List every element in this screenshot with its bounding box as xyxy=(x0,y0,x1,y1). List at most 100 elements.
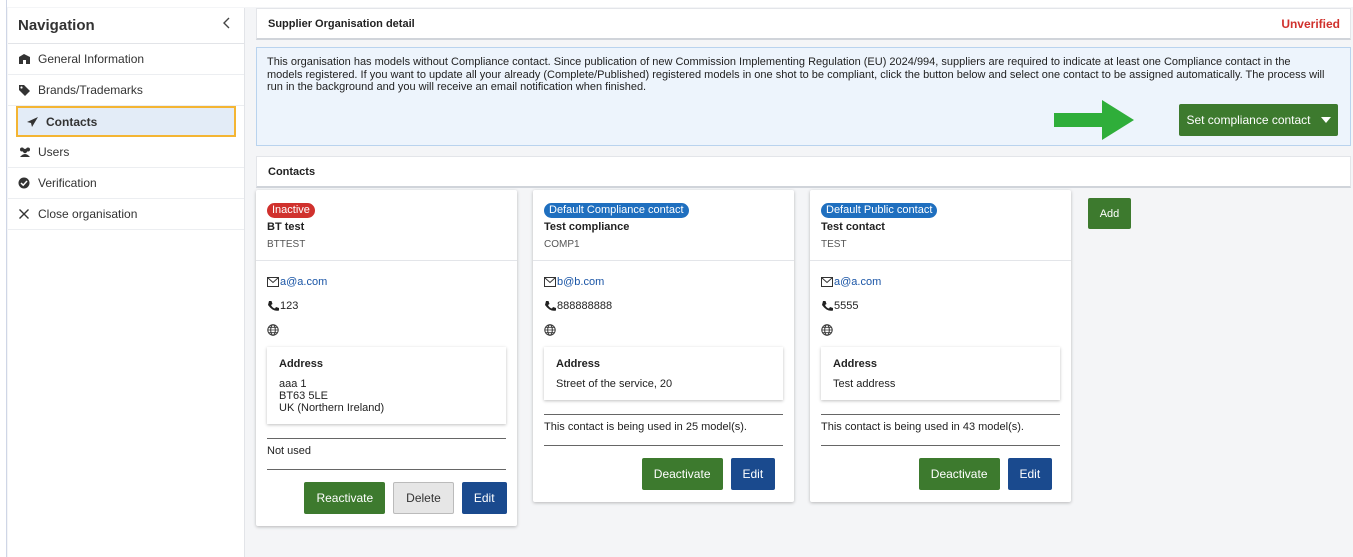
tag-icon xyxy=(18,84,38,96)
sidebar-item-verification[interactable]: Verification xyxy=(8,168,244,199)
contact-card: Inactive BT test BTTEST a@a.com 123 Addr… xyxy=(256,190,517,526)
caret-down-icon xyxy=(1320,117,1331,123)
address-label: Address xyxy=(556,358,601,370)
sidebar-item-label: Users xyxy=(38,145,70,159)
main-content: Supplier Organisation detail Unverified … xyxy=(256,8,1351,188)
sidebar-item-close-organisation[interactable]: Close organisation xyxy=(8,199,244,230)
deactivate-button[interactable]: Deactivate xyxy=(641,458,723,490)
organisation-header: Supplier Organisation detail Unverified xyxy=(256,8,1351,40)
address-label: Address xyxy=(279,358,324,370)
status-badge: Default Compliance contact xyxy=(544,203,689,218)
sidebar-item-contacts[interactable]: Contacts xyxy=(16,106,236,137)
globe-icon xyxy=(267,324,279,336)
edit-button[interactable]: Edit xyxy=(1007,458,1053,490)
status-badge: Unverified xyxy=(1281,16,1340,31)
compliance-alert: This organisation has models without Com… xyxy=(256,47,1351,146)
set-compliance-contact-label: Set compliance contact xyxy=(1186,113,1311,127)
address-line: Street of the service, 20 xyxy=(556,378,673,390)
address-label: Address xyxy=(833,358,878,370)
contact-card: Default Compliance contact Test complian… xyxy=(533,190,794,502)
reactivate-button[interactable]: Reactivate xyxy=(304,482,386,514)
delete-button[interactable]: Delete xyxy=(393,482,454,514)
sidebar-item-label: General Information xyxy=(38,52,145,66)
window-left-edge xyxy=(0,0,7,557)
sidebar-item-general-information[interactable]: General Information xyxy=(8,44,244,75)
contacts-title: Contacts xyxy=(268,165,316,178)
website-row xyxy=(267,319,506,341)
address-box: Address Street of the service, 20 xyxy=(544,347,783,400)
edit-button[interactable]: Edit xyxy=(730,458,776,490)
deactivate-button[interactable]: Deactivate xyxy=(918,458,1000,490)
phone-row: 123 xyxy=(267,295,506,317)
sidebar-item-label: Contacts xyxy=(46,114,98,129)
contact-card-body: b@b.com 888888888 Address Street of the … xyxy=(533,261,794,502)
email-link[interactable]: a@a.com xyxy=(834,276,881,288)
users-icon xyxy=(18,146,38,158)
arrow-right-icon xyxy=(1054,100,1134,140)
contact-card-header: Inactive BT test BTTEST xyxy=(256,190,517,261)
phone-icon xyxy=(267,300,279,312)
address-box: Address Test address xyxy=(821,347,1060,400)
address-line: UK (Northern Ireland) xyxy=(279,402,385,414)
address-line: BT63 5LE xyxy=(279,390,328,402)
card-actions: Reactivate Delete Edit xyxy=(267,470,507,526)
phone-number: 123 xyxy=(280,300,299,312)
phone-row: 5555 xyxy=(821,295,1060,317)
contact-name: Test contact xyxy=(821,221,885,233)
sidebar-item-brands-trademarks[interactable]: Brands/Trademarks xyxy=(8,75,244,106)
contact-name: BT test xyxy=(267,221,305,233)
sidebar-title: Navigation xyxy=(18,17,95,34)
close-icon xyxy=(18,208,38,220)
paper-plane-icon xyxy=(26,116,46,128)
card-actions: Deactivate Edit xyxy=(821,446,1060,502)
contact-code: COMP1 xyxy=(544,239,580,250)
building-icon xyxy=(18,53,38,65)
card-actions: Deactivate Edit xyxy=(544,446,783,502)
contact-card-body: a@a.com 5555 Address Test address This c… xyxy=(810,261,1071,502)
edit-button[interactable]: Edit xyxy=(461,482,507,514)
envelope-icon xyxy=(821,277,833,287)
usage-text: This contact is being used in 25 model(s… xyxy=(544,421,747,433)
sidebar-item-label: Close organisation xyxy=(38,207,138,221)
envelope-icon xyxy=(544,277,556,287)
sidebar-header: Navigation xyxy=(8,8,244,44)
contact-card-header: Default Compliance contact Test complian… xyxy=(533,190,794,261)
envelope-icon xyxy=(267,277,279,287)
contact-card-header: Default Public contact Test contact TEST xyxy=(810,190,1071,261)
address-box: Address aaa 1 BT63 5LE UK (Northern Irel… xyxy=(267,347,506,424)
contact-name: Test compliance xyxy=(544,221,630,233)
phone-icon xyxy=(544,300,556,312)
usage-text: This contact is being used in 43 model(s… xyxy=(821,421,1024,433)
email-link[interactable]: a@a.com xyxy=(280,276,327,288)
website-row xyxy=(821,319,1060,341)
address-line: Test address xyxy=(833,378,896,390)
sidebar-item-users[interactable]: Users xyxy=(8,137,244,168)
email-row: a@a.com xyxy=(267,271,506,293)
email-row: b@b.com xyxy=(544,271,783,293)
status-badge: Inactive xyxy=(267,203,315,218)
check-circle-icon xyxy=(18,177,38,189)
phone-row: 888888888 xyxy=(544,295,783,317)
phone-number: 5555 xyxy=(834,300,859,312)
contact-card: Default Public contact Test contact TEST… xyxy=(810,190,1071,502)
sidebar-item-label: Verification xyxy=(38,176,97,190)
sidebar-item-label: Brands/Trademarks xyxy=(38,83,143,97)
status-badge: Default Public contact xyxy=(821,203,938,218)
contact-code: BTTEST xyxy=(267,239,306,250)
globe-icon xyxy=(821,324,833,336)
page-title: Supplier Organisation detail xyxy=(268,17,415,30)
chevron-left-icon[interactable] xyxy=(222,16,232,35)
add-contact-button[interactable]: Add xyxy=(1088,198,1131,229)
usage-text: Not used xyxy=(267,445,312,457)
sidebar: Navigation General Information Brands/Tr… xyxy=(8,8,245,557)
contact-code: TEST xyxy=(821,239,847,250)
address-line: aaa 1 xyxy=(279,378,307,390)
window-top-edge xyxy=(0,0,1353,7)
set-compliance-contact-button[interactable]: Set compliance contact xyxy=(1179,104,1338,136)
phone-number: 888888888 xyxy=(557,300,613,312)
phone-icon xyxy=(821,300,833,312)
website-row xyxy=(544,319,783,341)
email-link[interactable]: b@b.com xyxy=(557,276,604,288)
contact-card-body: a@a.com 123 Address aaa 1 BT63 5LE UK (N… xyxy=(256,261,517,526)
email-row: a@a.com xyxy=(821,271,1060,293)
